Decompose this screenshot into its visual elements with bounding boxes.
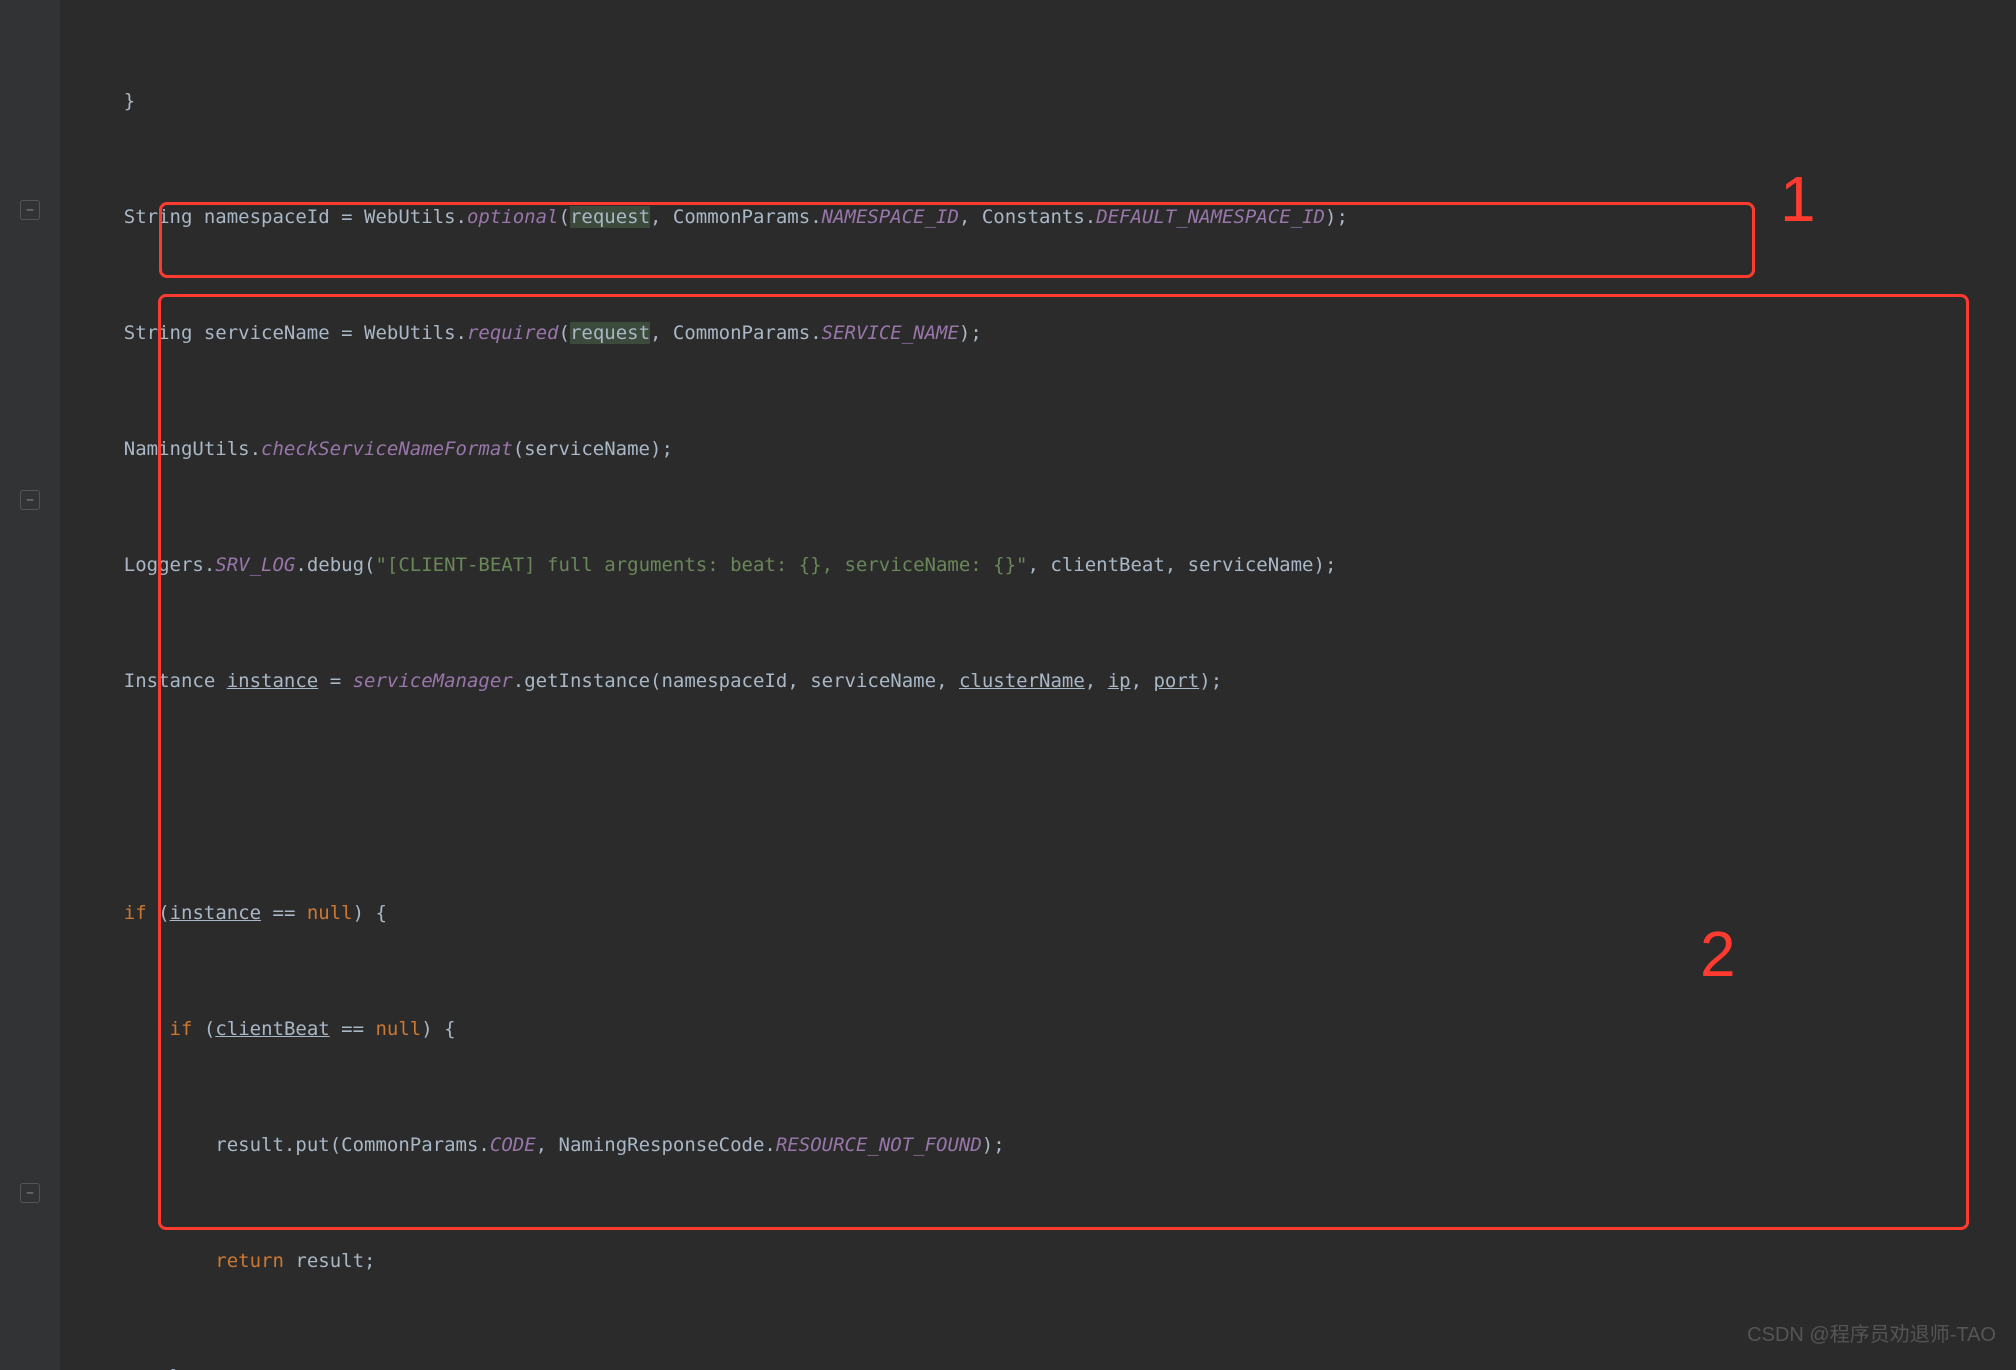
annotation-label-1: 1	[1780, 185, 1816, 214]
fold-marker-icon[interactable]: −	[20, 490, 40, 510]
var-result: result	[295, 1250, 364, 1272]
annotation-box-2	[158, 294, 1969, 1230]
editor-viewport: − − − } String namespaceId = WebUtils.op…	[0, 0, 2016, 1370]
semicolon: ;	[364, 1250, 375, 1272]
fold-marker-icon[interactable]: −	[20, 200, 40, 220]
annotation-label-2: 2	[1700, 940, 1736, 969]
fold-marker-icon[interactable]: −	[20, 1183, 40, 1203]
kw-return: return	[215, 1250, 284, 1272]
brace-close: }	[170, 1366, 181, 1370]
brace-close: }	[124, 90, 135, 112]
watermark: CSDN @程序员劝退师-TAO	[1747, 1321, 1996, 1350]
kw-if: if	[124, 902, 147, 924]
annotation-box-1	[159, 202, 1755, 278]
gutter: − − −	[0, 0, 60, 1370]
